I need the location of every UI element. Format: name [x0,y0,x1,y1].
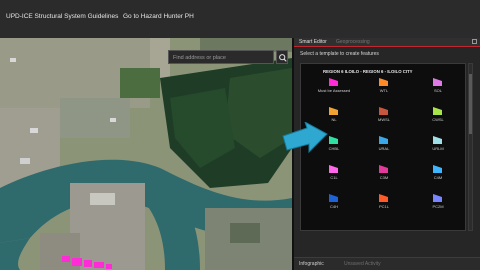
template-swatch-icon [379,194,388,202]
bottom-tabs: Infographic Unsaved Activity [294,257,480,270]
layer-title: REGION 6 ILOILO - REGION 6 - ILOILO CITY [323,69,413,74]
link-structural-guidelines[interactable]: UPD-ICE Structural System Guidelines [6,13,118,20]
template-swatch-icon [379,165,388,173]
template-item[interactable]: C1L [314,165,354,187]
template-item[interactable]: WTL [364,78,404,100]
template-swatch-icon [329,165,338,173]
search-icon [279,54,287,62]
template-swatch-icon [433,194,442,202]
template-swatch-icon [329,78,338,86]
search-button[interactable] [276,50,288,64]
link-hazard-hunter[interactable]: Go to Hazard Hunter PH [123,13,194,20]
template-swatch-icon [433,107,442,115]
annotation-arrow [282,122,328,154]
template-label: C3M [379,175,389,180]
scrollbar-thumb[interactable] [469,74,472,134]
template-hint: Select a template to create features [300,51,379,57]
tab-smart-editor[interactable]: Smart Editor [299,39,327,45]
search-box[interactable] [168,50,274,64]
template-item[interactable]: SOL [418,78,458,100]
template-label: SOL [433,88,442,93]
template-label: Must be Assessed [317,88,351,93]
panel-tabs: Smart Editor Geoprocessing [294,38,480,47]
template-item[interactable]: CWSL [418,107,458,129]
template-item[interactable]: C4M [418,165,458,187]
template-label: MWSL [378,117,390,122]
map-view[interactable] [0,38,292,270]
template-label: PC1L [378,204,389,209]
template-item[interactable]: PC1L [364,194,404,216]
template-item[interactable]: PC2M [418,194,458,216]
tab-unsaved-activity[interactable]: Unsaved Activity [344,261,381,267]
template-swatch-icon [379,78,388,86]
template-swatch-icon [329,136,338,144]
template-swatch-icon [379,136,388,144]
template-label: URAL [378,146,390,151]
template-swatch-icon [433,136,442,144]
template-swatch-icon [433,78,442,86]
template-item[interactable]: Must be Assessed [314,78,354,100]
top-bar: UPD-ICE Structural System Guidelines Go … [0,0,480,38]
template-label: C1L [330,175,338,180]
template-swatch-icon [379,107,388,115]
template-item[interactable]: URLM [418,136,458,158]
template-item[interactable]: C3M [364,165,404,187]
search-input[interactable] [173,53,265,62]
template-scrollbar[interactable] [468,63,473,231]
template-swatch-icon [329,194,338,202]
template-swatch-icon [433,165,442,173]
template-item[interactable]: C4H [314,194,354,216]
template-label: C4M [433,175,443,180]
template-label: C4H [329,204,338,209]
tab-infographic[interactable]: Infographic [299,261,324,267]
template-item[interactable]: MWSL [364,107,404,129]
close-icon[interactable] [472,39,477,44]
template-label: URLM [432,146,444,151]
template-label: PC2M [432,204,444,209]
satellite-imagery [0,38,292,270]
tab-geoprocessing[interactable]: Geoprocessing [336,39,370,45]
template-item[interactable]: URAL [364,136,404,158]
template-swatch-icon [329,107,338,115]
template-label: CWSL [432,117,444,122]
template-label: WTL [379,88,389,93]
